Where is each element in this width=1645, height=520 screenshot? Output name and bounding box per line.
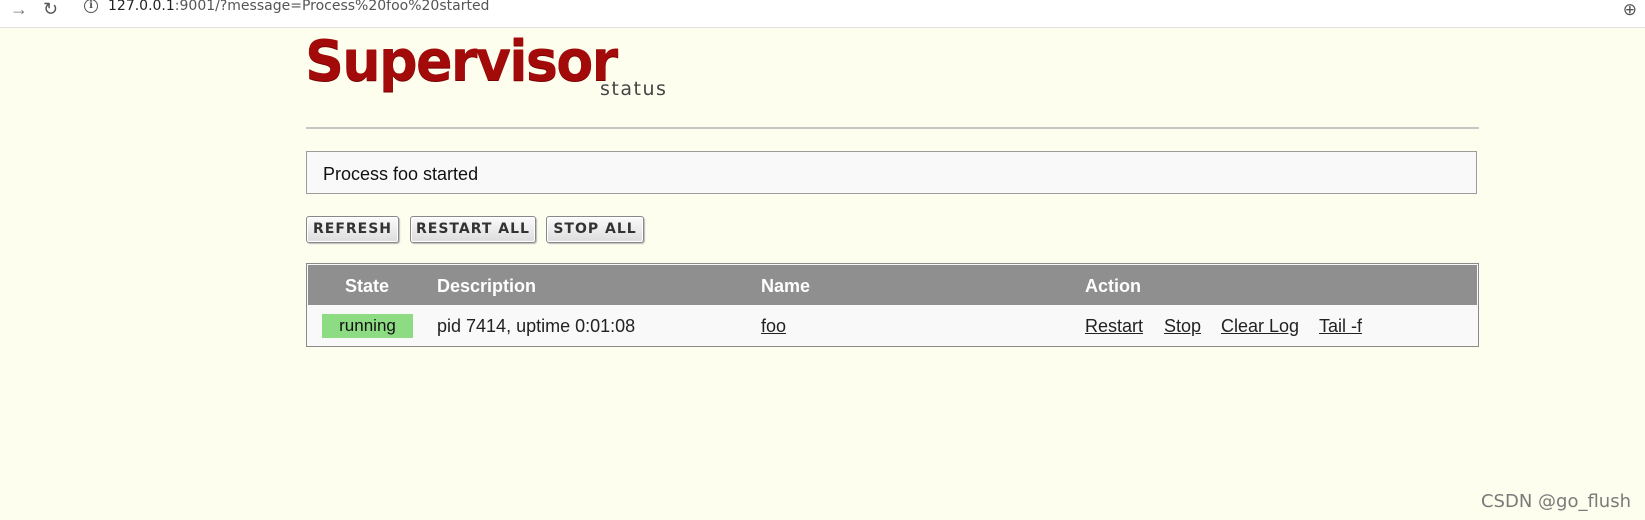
- process-description: pid 7414, uptime 0:01:08: [437, 316, 636, 336]
- restart-all-button[interactable]: RESTART ALL: [410, 216, 536, 243]
- url-path: :9001/?message=Process%20foo%20started: [174, 0, 490, 14]
- stop-link[interactable]: Stop: [1164, 316, 1201, 337]
- watermark: CSDN @go_flush: [1480, 491, 1631, 512]
- supervisor-logo: Supervisor: [305, 29, 618, 94]
- url-host: 127.0.0.1: [108, 0, 175, 14]
- message-box: Process foo started: [306, 151, 1477, 194]
- column-header-description: Description: [437, 276, 537, 296]
- browser-toolbar: → ↻ i 127.0.0.1:9001/?message=Process%20…: [0, 0, 1645, 28]
- address-bar[interactable]: i 127.0.0.1:9001/?message=Process%20foo%…: [74, 0, 1614, 22]
- column-header-name: Name: [761, 276, 811, 296]
- header-divider: [306, 127, 1479, 129]
- stop-all-button[interactable]: STOP ALL: [546, 216, 644, 243]
- restart-link[interactable]: Restart: [1085, 316, 1143, 337]
- column-header-state: State: [345, 276, 390, 296]
- site-info-icon[interactable]: i: [84, 0, 98, 13]
- forward-arrow-icon[interactable]: →: [10, 0, 28, 18]
- table-header: State Description Name Action: [308, 265, 1477, 305]
- clear-log-link[interactable]: Clear Log: [1221, 316, 1299, 337]
- message-text: Process foo started: [323, 164, 479, 184]
- process-table: State Description Name Action running pi…: [306, 263, 1479, 347]
- url-text[interactable]: 127.0.0.1:9001/?message=Process%20foo%20…: [108, 0, 489, 14]
- refresh-button[interactable]: REFRESH: [306, 216, 399, 243]
- tail-log-link[interactable]: Tail -f: [1319, 316, 1362, 337]
- column-header-action: Action: [1085, 276, 1141, 296]
- zoom-icon[interactable]: ⊕: [1623, 0, 1637, 20]
- status-badge: running: [322, 314, 413, 338]
- process-name-link[interactable]: foo: [761, 316, 786, 337]
- logo-subtitle: status: [600, 78, 668, 100]
- table-row: running pid 7414, uptime 0:01:08 foo Res…: [308, 306, 1477, 346]
- reload-icon[interactable]: ↻: [43, 0, 58, 18]
